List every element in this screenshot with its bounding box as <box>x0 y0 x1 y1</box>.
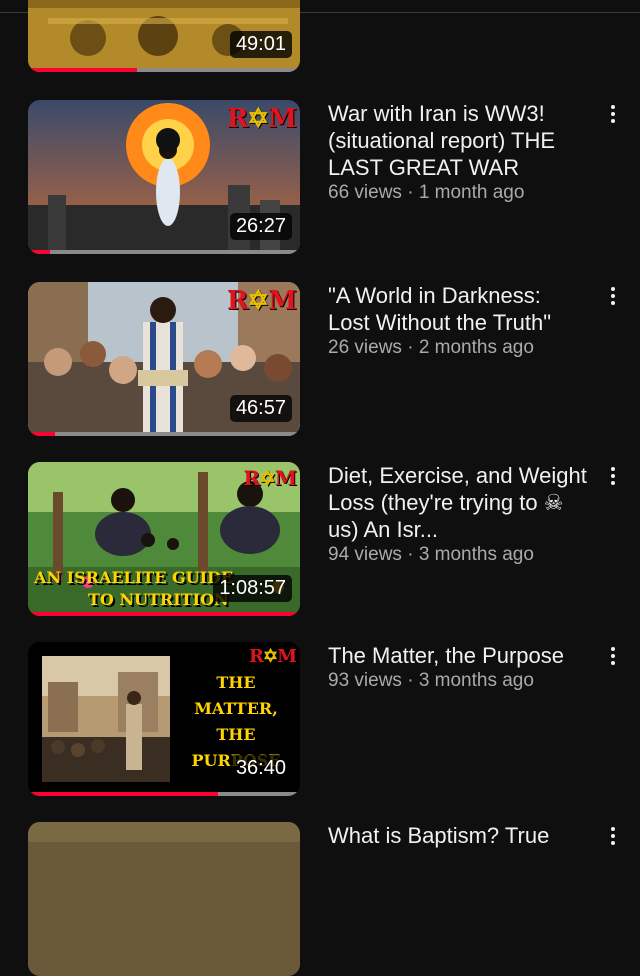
video-meta[interactable]: What is Baptism? True <box>328 822 588 849</box>
video-stats: 93 views · 3 months ago <box>328 669 588 693</box>
separator: · <box>407 670 414 691</box>
video-stats: 66 views · 1 month ago <box>328 181 588 205</box>
more-vert-icon[interactable] <box>603 102 623 132</box>
video-thumbnail[interactable]: 49:01 <box>28 0 300 72</box>
video-thumbnail[interactable]: R✡M AN ISRAELITE GUIDE TO NUTRITION 1:08… <box>28 462 300 616</box>
channel-logo: R✡M <box>226 286 297 316</box>
video-thumbnail[interactable]: R✡M 26:27 <box>28 100 300 254</box>
view-count: 94 views <box>328 544 402 565</box>
video-title[interactable]: What is Baptism? True <box>328 822 588 849</box>
watch-progress-bar <box>28 612 300 616</box>
watch-progress-bar <box>28 792 300 796</box>
watch-progress-bar <box>28 68 300 72</box>
thumbnail-overlay-text: THE <box>216 725 256 744</box>
upload-age: 1 month ago <box>418 182 525 203</box>
more-vert-icon[interactable] <box>603 284 623 314</box>
watch-progress-fill <box>28 432 56 436</box>
watch-progress-fill <box>28 250 50 254</box>
video-title[interactable]: War with Iran is WW3! (situational repor… <box>328 100 588 181</box>
video-thumbnail[interactable] <box>28 822 300 976</box>
view-count: 26 views <box>328 337 402 358</box>
more-vert-icon[interactable] <box>603 464 623 494</box>
video-title-part: us) An Isr... <box>328 517 439 542</box>
thumbnail-art <box>28 822 300 976</box>
video-stats: 26 views · 2 months ago <box>328 336 588 360</box>
video-title[interactable]: The Matter, the Purpose <box>328 642 588 669</box>
video-meta[interactable]: "A World in Darkness: Lost Without the T… <box>328 282 588 360</box>
video-meta[interactable]: Diet, Exercise, and Weight Loss (they're… <box>328 462 588 567</box>
video-stats: 94 views · 3 months ago <box>328 543 588 567</box>
video-title[interactable]: "A World in Darkness: Lost Without the T… <box>328 282 588 336</box>
video-thumbnail[interactable]: R✡M THE MATTER, THE PURPOSE 36:40 <box>28 642 300 796</box>
channel-logo: R✡M <box>249 646 297 667</box>
watch-progress-bar <box>28 432 300 436</box>
channel-logo: R✡M <box>243 466 297 490</box>
video-meta[interactable]: The Matter, the Purpose 93 views · 3 mon… <box>328 642 588 693</box>
upload-age: 3 months ago <box>418 670 534 691</box>
separator: · <box>407 544 414 565</box>
video-duration: 26:27 <box>229 213 292 240</box>
video-duration: 36:40 <box>229 755 292 782</box>
watch-progress-bar <box>28 250 300 254</box>
skull-icon: ☠ <box>543 490 564 515</box>
video-meta[interactable]: War with Iran is WW3! (situational repor… <box>328 100 588 205</box>
video-thumbnail[interactable]: R✡M 46:57 <box>28 282 300 436</box>
thumbnail-overlay-text: AN ISRAELITE GUIDE <box>34 568 234 587</box>
separator: · <box>407 182 414 203</box>
video-duration: 1:08:57 <box>213 575 292 602</box>
separator: · <box>407 337 414 358</box>
watch-progress-fill <box>28 792 219 796</box>
thumbnail-overlay-text: TO NUTRITION <box>88 590 229 609</box>
upload-age: 3 months ago <box>418 544 534 565</box>
video-title[interactable]: Diet, Exercise, and Weight Loss (they're… <box>328 462 588 543</box>
view-count: 66 views <box>328 182 402 203</box>
watch-progress-fill <box>28 68 137 72</box>
thumbnail-overlay-text: THE <box>216 673 256 692</box>
more-vert-icon[interactable] <box>603 824 623 854</box>
video-duration: 46:57 <box>229 395 292 422</box>
upload-age: 2 months ago <box>418 337 534 358</box>
video-duration: 49:01 <box>229 31 292 58</box>
channel-logo: R✡M <box>226 104 297 134</box>
thumbnail-overlay-text: MATTER, <box>194 699 278 718</box>
view-count: 93 views <box>328 670 402 691</box>
more-vert-icon[interactable] <box>603 644 623 674</box>
